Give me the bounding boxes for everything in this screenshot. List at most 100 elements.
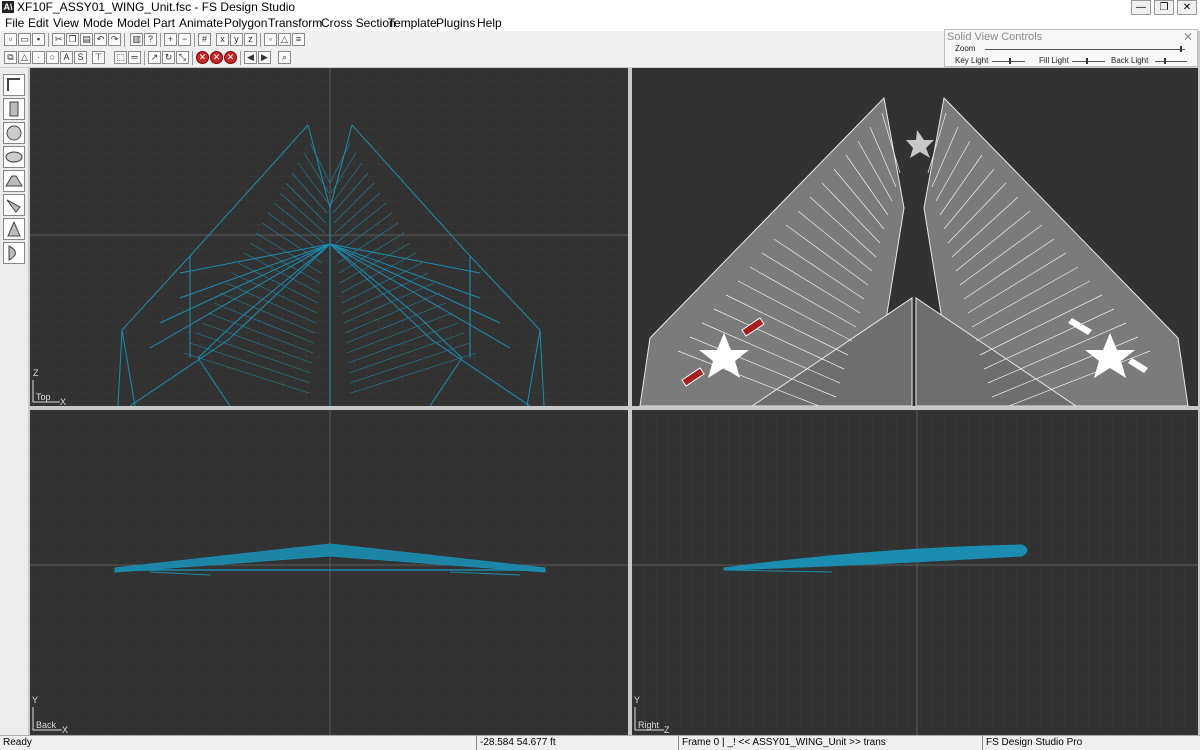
animation-icon[interactable]: A (60, 51, 73, 64)
window-title: XF10F_ASSY01_WING_Unit.fsc - FS Design S… (17, 0, 296, 14)
triangle-icon[interactable]: △ (18, 51, 31, 64)
zoom-out-icon[interactable]: − (178, 33, 191, 46)
menu-view[interactable]: View (53, 15, 79, 31)
app-icon: A\ (2, 1, 14, 13)
box-select-icon[interactable]: ⬚ (114, 51, 127, 64)
fill-light-slider[interactable] (1072, 61, 1105, 62)
menu-cross-section[interactable]: Cross Section (321, 15, 396, 31)
show-lines-icon[interactable]: ≡ (292, 33, 305, 46)
redo-icon[interactable]: ↷ (108, 33, 121, 46)
solid-view-controls-title: Solid View Controls (947, 31, 1043, 43)
back-view-label: Back (36, 720, 57, 730)
back-view-axis-y: Y (32, 695, 38, 705)
zoom-slider-thumb[interactable] (1180, 46, 1182, 52)
sphere-primitive-icon[interactable] (3, 122, 25, 144)
grid-icon[interactable]: # (198, 33, 211, 46)
back-viewport[interactable]: Y Back X (30, 410, 628, 735)
menu-transform[interactable]: Transform (268, 15, 322, 31)
minimize-button[interactable]: — (1131, 0, 1151, 15)
close-icon[interactable]: ✕ (1183, 30, 1193, 44)
show-vertices-icon[interactable]: ◦ (264, 33, 277, 46)
restore-button[interactable]: ❐ (1154, 0, 1174, 15)
previous-icon[interactable]: ◀ (244, 51, 257, 64)
new-file-icon[interactable]: ▫ (4, 33, 17, 46)
back-view-axis-x: X (62, 725, 68, 735)
box-primitive-icon[interactable] (3, 98, 25, 120)
align-icon[interactable]: ═ (128, 51, 141, 64)
key-light-label: Key Light (955, 56, 989, 65)
shell-primitive-icon[interactable] (3, 242, 25, 264)
status-bar: Ready -28.584 54.677 ft Frame 0 | _! << … (0, 735, 1200, 750)
back-view-canvas: Y Back X (30, 410, 628, 735)
top-view-axis-z: Z (33, 368, 39, 378)
open-file-icon[interactable]: ▭ (18, 33, 31, 46)
find-icon[interactable]: ⌕ (278, 51, 291, 64)
main-toolbar: ▫ ▭ ▪ ✂ ❐ ▤ ↶ ↷ ▥ ? + − # x y z ◦ △ ≡ (0, 31, 945, 49)
fill-light-slider-thumb[interactable] (1085, 58, 1088, 64)
menu-template[interactable]: Template (388, 15, 437, 31)
undo-icon[interactable]: ↶ (94, 33, 107, 46)
cut-icon[interactable]: ✂ (52, 33, 65, 46)
solid-viewport[interactable] (632, 68, 1198, 406)
top-view-axis-x: X (60, 397, 66, 406)
show-faces-icon[interactable]: △ (278, 33, 291, 46)
delete-z-icon[interactable]: ✕ (224, 51, 237, 64)
menu-mode[interactable]: Mode (83, 15, 113, 31)
menu-edit[interactable]: Edit (28, 15, 49, 31)
wing-primitive-icon[interactable] (3, 194, 25, 216)
top-view-label: Top (36, 392, 51, 402)
solid-view-controls: Solid View Controls ✕ Zoom Key Light Fil… (944, 29, 1198, 67)
angle-primitive-icon[interactable] (3, 74, 25, 96)
status-coordinates: -28.584 54.677 ft (476, 736, 678, 750)
menu-help[interactable]: Help (477, 15, 502, 31)
status-ready: Ready (3, 737, 32, 748)
menu-model[interactable]: Model (117, 15, 150, 31)
next-icon[interactable]: ▶ (258, 51, 271, 64)
title-bar: A\ XF10F_ASSY01_WING_Unit.fsc - FS Desig… (0, 0, 1200, 15)
snap-x-icon[interactable]: x (216, 33, 229, 46)
right-viewport[interactable]: Y Right Z (632, 410, 1198, 735)
wedge-primitive-icon[interactable] (3, 170, 25, 192)
top-view-canvas: Z Top X (30, 68, 628, 406)
cylinder-primitive-icon[interactable] (3, 146, 25, 168)
snap-z-icon[interactable]: z (244, 33, 257, 46)
edit-toolbar: ⧉ △ · ○ A S ⊤ ⬚ ═ ↗ ↻ ⤡ ✕ ✕ ✕ ◀ ▶ ⌕ (0, 49, 945, 67)
zoom-label: Zoom (955, 44, 976, 53)
menu-part[interactable]: Part (153, 15, 175, 31)
plane-icon[interactable]: ⊤ (92, 51, 105, 64)
top-viewport[interactable]: Z Top X (30, 68, 628, 406)
menu-plugins[interactable]: Plugins (436, 15, 475, 31)
right-view-axis-y: Y (634, 695, 640, 705)
circle-icon[interactable]: ○ (46, 51, 59, 64)
help-icon[interactable]: ? (144, 33, 157, 46)
rotate-icon[interactable]: ↻ (162, 51, 175, 64)
delete-x-icon[interactable]: ✕ (196, 51, 209, 64)
fill-light-label: Fill Light (1039, 56, 1069, 65)
save-icon[interactable]: ▪ (32, 33, 45, 46)
delete-y-icon[interactable]: ✕ (210, 51, 223, 64)
menu-animate[interactable]: Animate (179, 15, 223, 31)
zoom-in-icon[interactable]: + (164, 33, 177, 46)
right-view-canvas: Y Right Z (632, 410, 1198, 735)
select-icon[interactable]: ⧉ (4, 51, 17, 64)
key-light-slider-thumb[interactable] (1009, 58, 1012, 64)
snap-y-icon[interactable]: y (230, 33, 243, 46)
scale-icon[interactable]: ⤡ (176, 51, 189, 64)
print-icon[interactable]: ▥ (130, 33, 143, 46)
symmetry-icon[interactable]: S (74, 51, 87, 64)
status-frame: Frame 0 | _! << ASSY01_WING_Unit >> tran… (678, 736, 982, 750)
paste-icon[interactable]: ▤ (80, 33, 93, 46)
copy-icon[interactable]: ❐ (66, 33, 79, 46)
fin-primitive-icon[interactable] (3, 218, 25, 240)
status-app-name: FS Design Studio Pro (982, 736, 1200, 750)
back-light-slider[interactable] (1155, 61, 1187, 62)
point-icon[interactable]: · (32, 51, 45, 64)
move-icon[interactable]: ↗ (148, 51, 161, 64)
zoom-slider[interactable] (985, 49, 1185, 50)
menu-polygon[interactable]: Polygon (224, 15, 267, 31)
close-button[interactable]: ✕ (1177, 0, 1197, 15)
solid-view-canvas (632, 68, 1198, 406)
back-light-label: Back Light (1111, 56, 1149, 65)
menu-file[interactable]: File (5, 15, 24, 31)
back-light-slider-thumb[interactable] (1163, 58, 1166, 64)
